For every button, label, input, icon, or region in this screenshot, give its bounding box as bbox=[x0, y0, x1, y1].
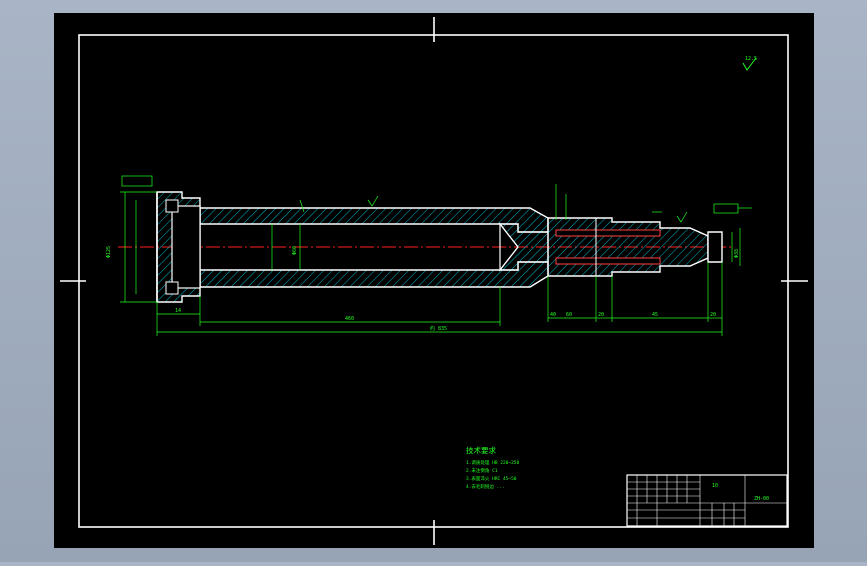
dim-seg-f: 20 bbox=[710, 312, 716, 318]
title-drawing-no: ZH-00 bbox=[754, 496, 769, 502]
notes-line-2: 2.未注倒角 C1 bbox=[466, 467, 498, 474]
notes-line-3: 3.表面淬火 HRC 45~50 bbox=[466, 475, 517, 482]
left-flange bbox=[156, 191, 201, 303]
notes-line-4: 4.去毛刺锐边 ... bbox=[466, 483, 505, 490]
dim-seg-a: 40 bbox=[550, 312, 556, 318]
dim-seg-d: 45 bbox=[652, 312, 658, 318]
dim-left-len: 14 bbox=[175, 308, 181, 314]
notes-title: 技术要求 bbox=[466, 445, 496, 455]
dim-inner-dia: Φ60 bbox=[292, 246, 298, 255]
dim-left-dia: Φ125 bbox=[106, 246, 112, 258]
cad-viewport[interactable]: 12.5 14 460 约 835 40 60 20 45 20 Φ125 Φ6… bbox=[0, 0, 867, 562]
notes-line-1: 1.调质处理 HB 220~250 bbox=[466, 459, 520, 466]
title-part-code: 10 bbox=[712, 483, 718, 489]
dim-seg-c: 20 bbox=[598, 312, 604, 318]
dim-right-dia: Φ38 bbox=[734, 249, 740, 258]
dim-seg-b: 60 bbox=[566, 312, 572, 318]
dim-mid-len: 460 bbox=[345, 316, 354, 322]
drawing-canvas[interactable]: 12.5 14 460 约 835 40 60 20 45 20 Φ125 Φ6… bbox=[0, 0, 867, 562]
dim-total-len: 约 835 bbox=[430, 325, 447, 332]
roughness-value: 12.5 bbox=[745, 56, 757, 62]
